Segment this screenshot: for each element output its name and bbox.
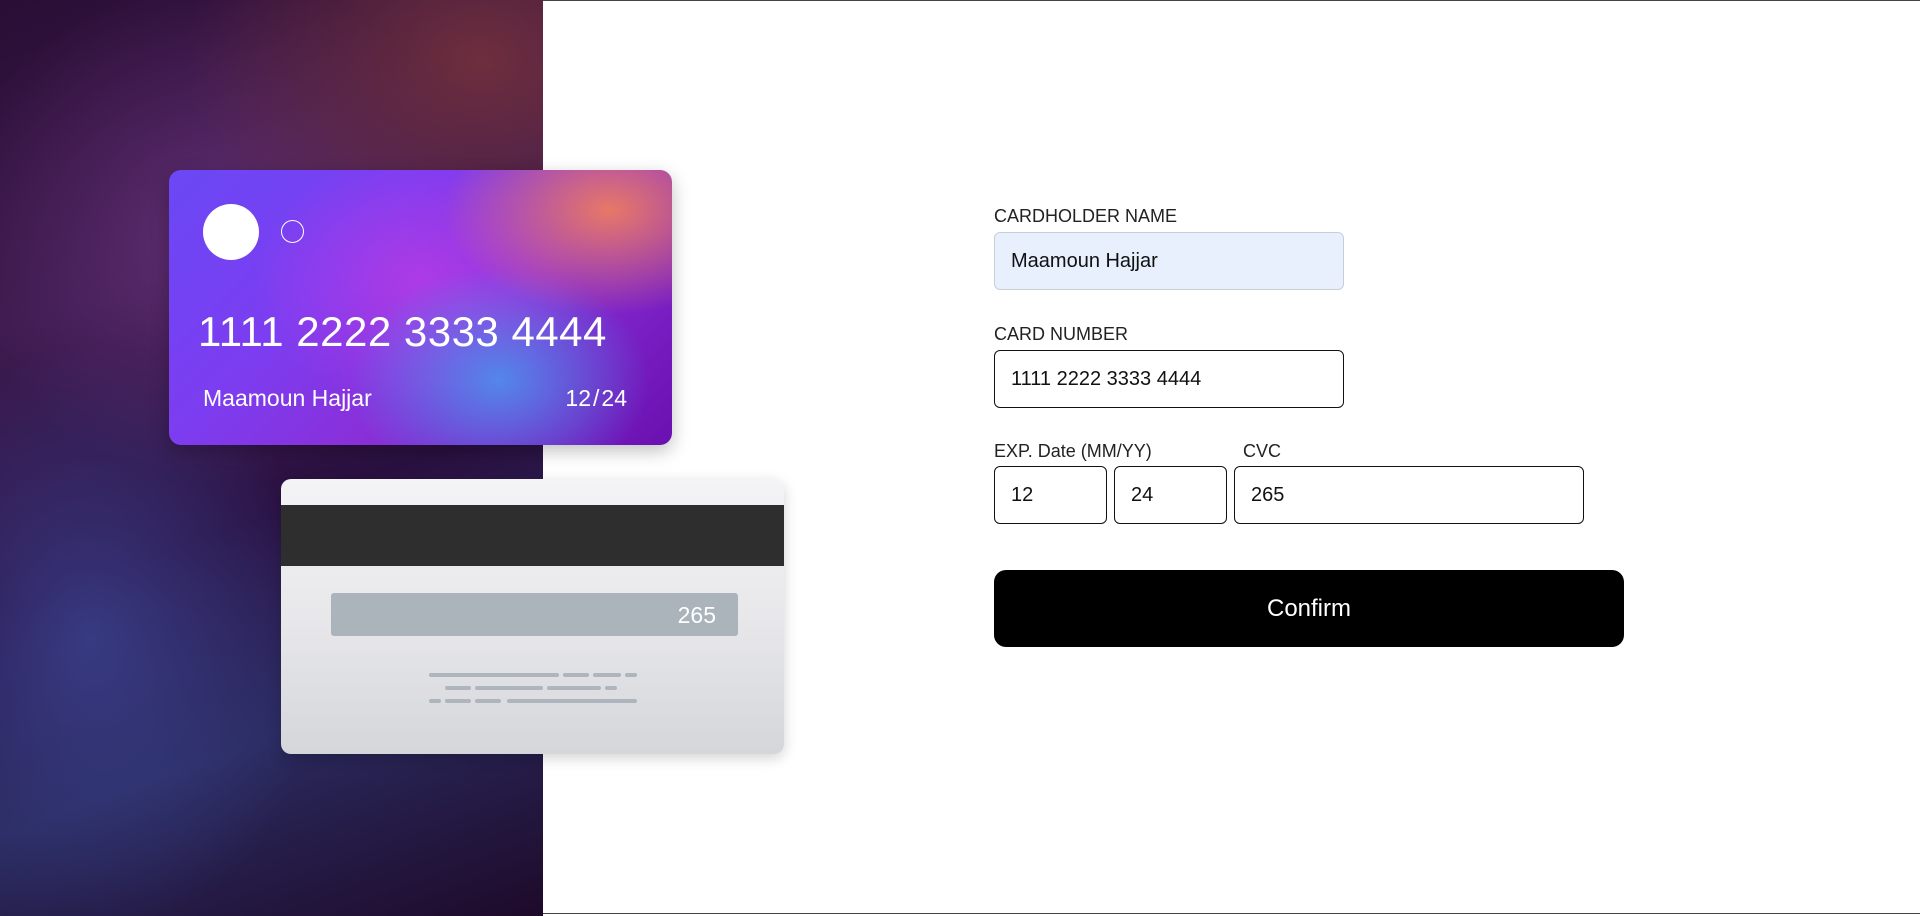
card-back-decorative-lines xyxy=(429,673,637,703)
bottom-border xyxy=(543,913,1920,914)
cvc-label: CVC xyxy=(1243,441,1282,461)
card-front-expiry: 12/24 xyxy=(565,385,627,412)
card-front-holder-name: Maamoun Hajjar xyxy=(203,385,372,411)
signature-box: 265 xyxy=(331,593,738,636)
card-front-number: 1111 2222 3333 4444 xyxy=(198,308,607,355)
card-number-label: CARD NUMBER xyxy=(994,324,1129,344)
card-number-input[interactable] xyxy=(994,350,1344,408)
confirm-button[interactable]: Confirm xyxy=(994,570,1624,647)
exp-year-input[interactable] xyxy=(1114,466,1227,524)
card-front-exp-month: 12 xyxy=(565,385,592,411)
card-front-exp-year: 24 xyxy=(601,385,627,411)
card-back-preview: 265 xyxy=(281,479,784,754)
cardholder-name-input[interactable] xyxy=(994,232,1344,290)
card-logo-filled-circle xyxy=(203,204,259,260)
cardholder-name-label: CARDHOLDER NAME xyxy=(994,206,1178,226)
top-border xyxy=(543,0,1920,1)
magnetic-strip xyxy=(281,505,784,566)
card-back-cvc: 265 xyxy=(677,602,716,628)
cvc-input[interactable] xyxy=(1234,466,1584,524)
card-logo-outline-circle xyxy=(281,220,304,243)
exp-date-label: EXP. Date (MM/YY) xyxy=(994,441,1152,461)
card-front-exp-separator: / xyxy=(593,385,600,411)
exp-month-input[interactable] xyxy=(994,466,1107,524)
card-front-preview: 1111 2222 3333 4444 Maamoun Hajjar 12/24 xyxy=(169,170,672,445)
decorative-background xyxy=(0,0,543,916)
